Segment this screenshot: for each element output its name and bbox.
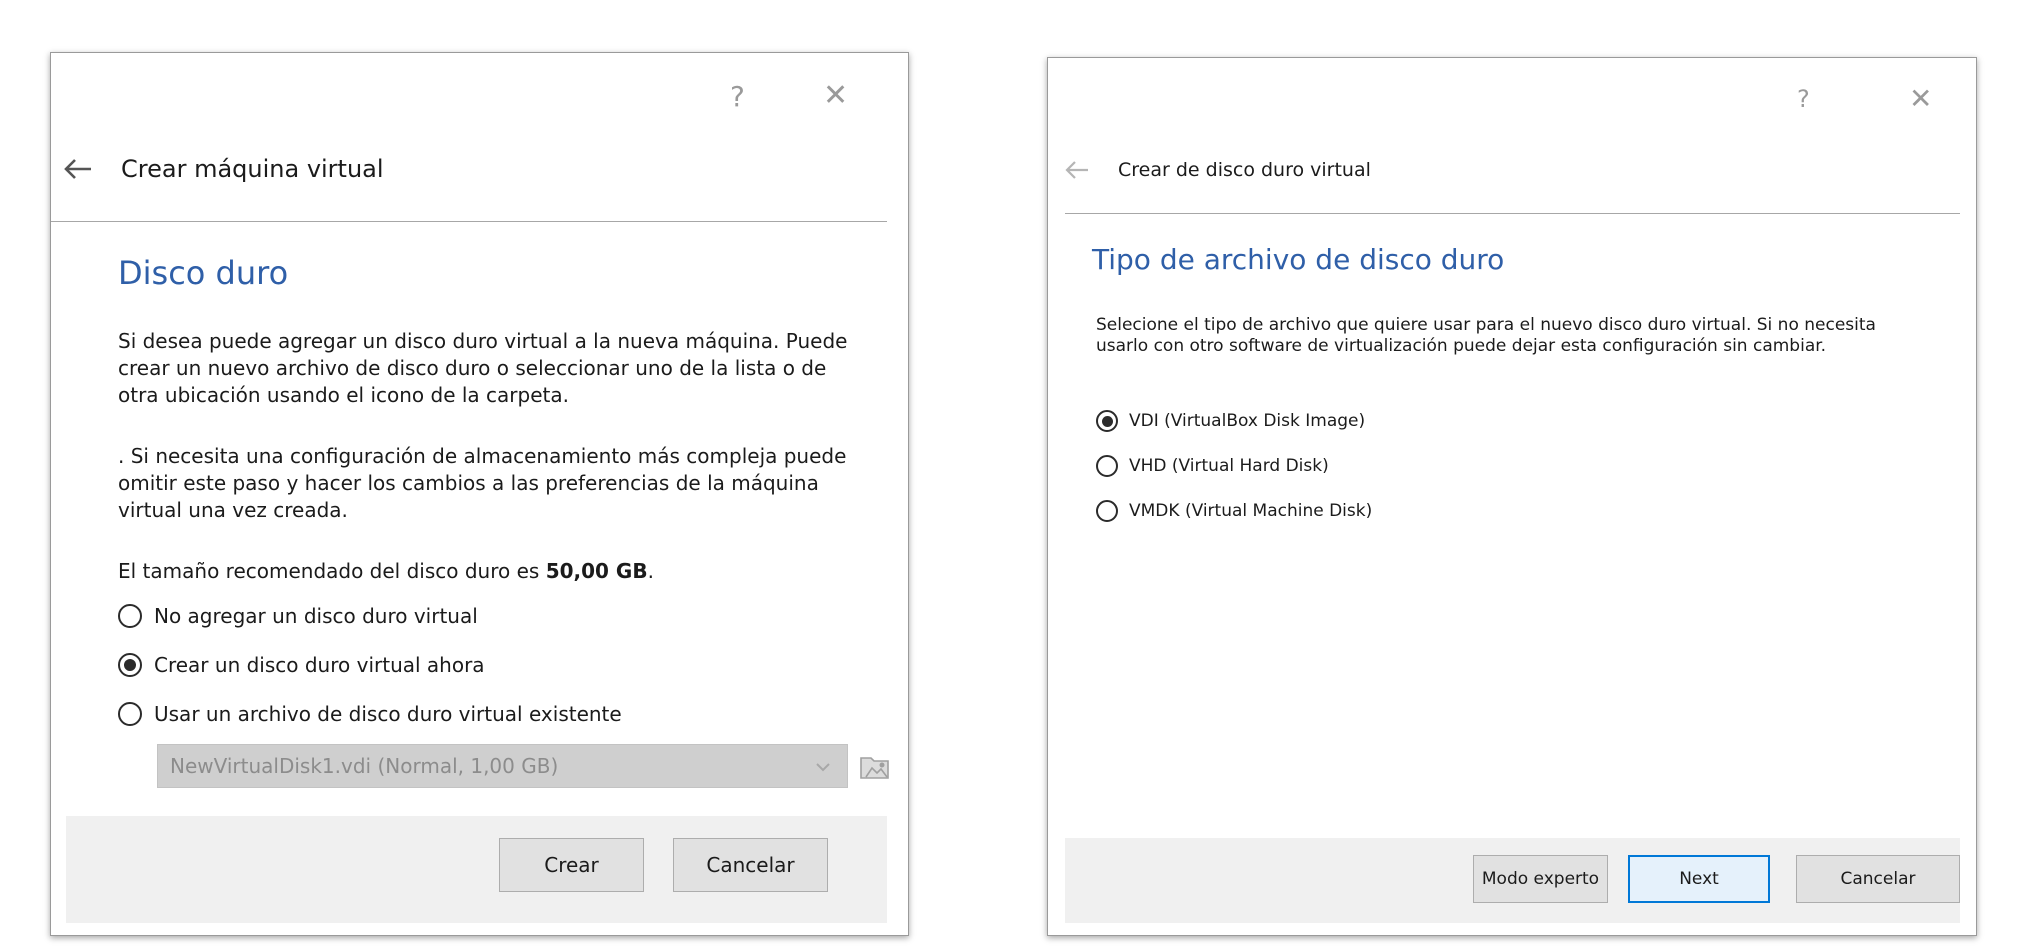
dialog-header: Crear de disco duro virtual bbox=[1064, 159, 1371, 181]
description-paragraph: Selecione el tipo de archivo que quiere … bbox=[1096, 315, 1876, 356]
radio-label: VMDK (Virtual Machine Disk) bbox=[1129, 501, 1373, 521]
combo-value: NewVirtualDisk1.vdi (Normal, 1,00 GB) bbox=[170, 754, 559, 778]
header-title: Crear de disco duro virtual bbox=[1118, 159, 1371, 181]
help-button[interactable]: ? bbox=[730, 83, 745, 111]
radio-label: Usar un archivo de disco duro virtual ex… bbox=[154, 702, 622, 726]
radio-circle[interactable] bbox=[1096, 500, 1118, 522]
radio-vhd[interactable]: VHD (Virtual Hard Disk) bbox=[1096, 455, 1329, 477]
next-button[interactable]: Next bbox=[1628, 855, 1770, 903]
radio-vdi[interactable]: VDI (VirtualBox Disk Image) bbox=[1096, 410, 1365, 432]
create-button[interactable]: Crear bbox=[499, 838, 644, 892]
dialog-header: Crear máquina virtual bbox=[63, 155, 384, 183]
help-button[interactable]: ? bbox=[1797, 87, 1810, 111]
header-separator bbox=[51, 221, 887, 222]
section-title: Disco duro bbox=[118, 254, 289, 292]
description-paragraph-2: . Si necesita una configuración de almac… bbox=[118, 444, 847, 522]
radio-circle[interactable] bbox=[1096, 410, 1118, 432]
description-paragraph-1: Si desea puede agregar un disco duro vir… bbox=[118, 329, 848, 407]
cancel-button[interactable]: Cancelar bbox=[1796, 855, 1960, 903]
close-button[interactable]: ✕ bbox=[823, 81, 848, 111]
recommended-size-value: 50,00 GB bbox=[545, 559, 648, 583]
create-vm-dialog: ? ✕ Crear máquina virtual Disco duro Si … bbox=[50, 52, 909, 936]
radio-no-disk[interactable]: No agregar un disco duro virtual bbox=[118, 604, 478, 628]
expert-mode-button[interactable]: Modo experto bbox=[1473, 855, 1608, 903]
radio-label: VDI (VirtualBox Disk Image) bbox=[1129, 411, 1366, 431]
folder-icon[interactable] bbox=[858, 750, 892, 782]
radio-create-disk[interactable]: Crear un disco duro virtual ahora bbox=[118, 653, 485, 677]
cancel-button[interactable]: Cancelar bbox=[673, 838, 828, 892]
radio-circle[interactable] bbox=[118, 604, 142, 628]
chevron-down-icon[interactable] bbox=[815, 762, 831, 772]
create-vdisk-dialog: ? ✕ Crear de disco duro virtual Tipo de … bbox=[1047, 57, 1977, 936]
radio-circle[interactable] bbox=[118, 653, 142, 677]
recommended-size-text: El tamaño recomendado del disco duro es … bbox=[118, 558, 866, 585]
close-button[interactable]: ✕ bbox=[1909, 85, 1932, 113]
radio-existing-disk[interactable]: Usar un archivo de disco duro virtual ex… bbox=[118, 702, 622, 726]
radio-circle[interactable] bbox=[1096, 455, 1118, 477]
radio-circle[interactable] bbox=[118, 702, 142, 726]
existing-disk-combo[interactable]: NewVirtualDisk1.vdi (Normal, 1,00 GB) bbox=[157, 744, 848, 788]
radio-label: VHD (Virtual Hard Disk) bbox=[1129, 456, 1329, 476]
header-title: Crear máquina virtual bbox=[121, 155, 384, 183]
recommended-prefix: El tamaño recomendado del disco duro es bbox=[118, 559, 546, 583]
section-title: Tipo de archivo de disco duro bbox=[1092, 243, 1505, 276]
header-separator bbox=[1065, 213, 1960, 214]
radio-vmdk[interactable]: VMDK (Virtual Machine Disk) bbox=[1096, 500, 1372, 522]
radio-label: Crear un disco duro virtual ahora bbox=[154, 653, 485, 677]
recommended-suffix: . bbox=[647, 559, 654, 583]
radio-label: No agregar un disco duro virtual bbox=[154, 604, 478, 628]
back-arrow-icon[interactable] bbox=[63, 157, 93, 181]
back-arrow-icon[interactable] bbox=[1064, 159, 1090, 181]
